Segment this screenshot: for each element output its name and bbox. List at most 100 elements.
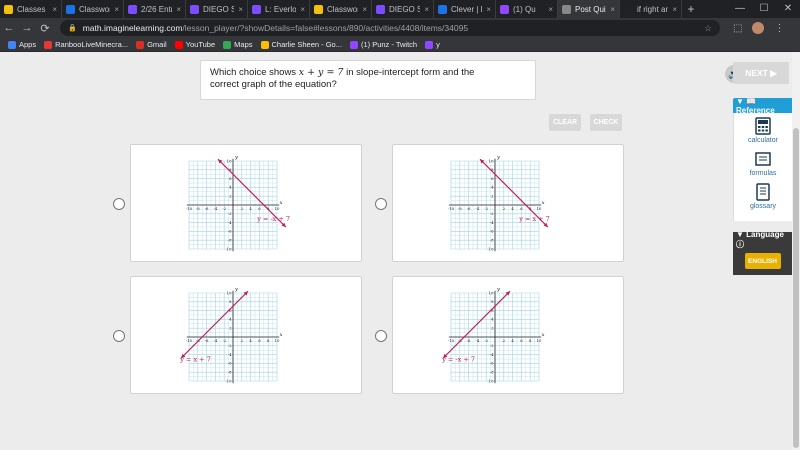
browser-tab[interactable]: (1) Qu ×: [496, 0, 558, 18]
back-icon[interactable]: ←: [0, 22, 18, 34]
bookmark-icon: [8, 40, 16, 49]
new-tab-button[interactable]: +: [682, 0, 700, 18]
bookmark-star-icon[interactable]: ☆: [704, 23, 712, 34]
x-tick-label: -10: [186, 206, 193, 211]
x-tick-label: 10: [275, 338, 280, 343]
bookmark-item[interactable]: YouTube: [174, 40, 215, 49]
x-tick-label: 6: [520, 338, 523, 343]
choice-b-radio[interactable]: [375, 198, 387, 210]
scrollbar-thumb[interactable]: [793, 128, 799, 448]
reference-glossary-label: glossary: [749, 203, 777, 210]
reference-header[interactable]: ▼ 📖Reference: [733, 97, 792, 115]
y-tick-label: -6: [490, 229, 494, 234]
bookmark-item[interactable]: Maps: [223, 40, 253, 49]
bookmark-item[interactable]: (1) Punz - Twitch: [349, 40, 417, 49]
x-tick-label: -10: [186, 338, 193, 343]
y-tick-label: -8: [490, 238, 494, 243]
x-tick-label: -10: [448, 206, 455, 211]
y-tick-label: -6: [228, 229, 232, 234]
choice-a-card[interactable]: x y -10 -8 -6 -4 -2 2 4 6 8 10 10 8 6 4 2 -2 -4 -6 -8 -10 y = …: [130, 144, 362, 262]
bookmark-item[interactable]: Charlie Sheen - Go...: [260, 40, 342, 49]
tab-close-icon[interactable]: ×: [52, 5, 57, 14]
choice-d-radio[interactable]: [375, 330, 387, 342]
forward-icon[interactable]: →: [18, 22, 36, 34]
choice-b-card[interactable]: x y -10 -8 -6 -4 -2 2 4 6 8 10 10 8 6 4 2 -2 -4 -6 -8 -10 y = …: [392, 144, 624, 262]
x-tick-label: -6: [467, 206, 471, 211]
choice-d-card[interactable]: x y -10 -8 -6 -4 -2 2 4 6 8 10 10 8 6 4 2 -2 -4 -6 -8 -10 y = …: [392, 276, 624, 394]
tab-close-icon[interactable]: ×: [548, 5, 553, 14]
bookmark-icon: [44, 40, 53, 49]
tab-title: (1) Qu: [513, 4, 536, 14]
tab-favicon-icon: [128, 4, 137, 14]
maximize-icon[interactable]: ☐: [752, 0, 776, 18]
x-tick-label: 6: [520, 206, 523, 211]
window-controls: — ☐ ✕: [728, 0, 800, 18]
browser-tab[interactable]: if right an ×: [620, 0, 682, 18]
reference-formulas[interactable]: formulas: [750, 150, 776, 177]
browser-tab[interactable]: DIEGO SA ×: [372, 0, 434, 18]
page-scrollbar[interactable]: [792, 52, 800, 450]
browser-tab[interactable]: Classes ×: [0, 0, 62, 18]
tab-close-icon[interactable]: ×: [238, 5, 243, 14]
tab-close-icon[interactable]: ×: [486, 5, 491, 14]
question-text-start: Which choice shows: [210, 67, 299, 78]
language-header[interactable]: ▼ Language ⓘ: [733, 230, 792, 249]
x-tick-label: -4: [476, 206, 480, 211]
browser-tab[interactable]: 2/26 Entry ×: [124, 0, 186, 18]
check-button[interactable]: CHECK: [590, 114, 622, 131]
x-tick-label: -2: [484, 338, 488, 343]
bookmark-item[interactable]: Gmail: [136, 40, 167, 49]
tab-title: DIEGO SA: [203, 4, 234, 14]
choice-c-radio[interactable]: [113, 330, 125, 342]
tab-favicon-icon: [438, 4, 447, 14]
tab-close-icon[interactable]: ×: [300, 5, 305, 14]
tab-title: Classwork: [79, 4, 110, 14]
menu-icon[interactable]: ⋮: [774, 23, 784, 34]
address-bar[interactable]: 🔒 math.imaginelearning.com /lesson_playe…: [60, 20, 720, 36]
tab-close-icon[interactable]: ×: [362, 5, 367, 14]
lock-icon: 🔒: [68, 25, 77, 32]
tab-title: Clever | Po: [451, 4, 482, 14]
y-tick-label: -8: [228, 238, 232, 243]
reference-calculator[interactable]: calculator: [748, 117, 778, 144]
graph-line: [442, 290, 511, 359]
tab-close-icon[interactable]: ×: [610, 5, 615, 14]
clear-button[interactable]: CLEAR: [549, 114, 581, 131]
profile-avatar[interactable]: [752, 22, 765, 34]
tab-close-icon[interactable]: ×: [176, 5, 181, 14]
tab-favicon-icon: [376, 4, 385, 14]
tab-close-icon[interactable]: ×: [672, 5, 677, 14]
choice-a-radio[interactable]: [113, 198, 125, 210]
y-tick-label: -8: [228, 370, 232, 375]
reference-glossary[interactable]: glossary: [750, 183, 776, 210]
reference-panel: ▼ 📖Reference calculator formulas glossar…: [733, 97, 792, 222]
bookmark-item[interactable]: RanbooLiveMinecra...: [44, 40, 128, 49]
next-button[interactable]: NEXT ▶: [733, 62, 789, 84]
browser-tab[interactable]: DIEGO SA ×: [186, 0, 248, 18]
extensions-icon[interactable]: ⬚: [733, 23, 742, 34]
y-tick-label: -6: [228, 361, 232, 366]
bookmark-item[interactable]: y: [425, 40, 440, 49]
browser-tab[interactable]: Classwork ×: [310, 0, 372, 18]
tab-title: Post Quiz: [575, 4, 607, 14]
choice-c-card[interactable]: x y -10 -8 -6 -4 -2 2 4 6 8 10 10 8 6 4 2 -2 -4 -6 -8 -10 y = …: [130, 276, 362, 394]
close-window-icon[interactable]: ✕: [776, 0, 800, 18]
tab-close-icon[interactable]: ×: [424, 5, 429, 14]
tab-favicon-icon: [624, 4, 633, 14]
bookmark-item[interactable]: Apps: [8, 40, 36, 49]
browser-tab[interactable]: Classwork ×: [62, 0, 124, 18]
browser-tab[interactable]: Clever | Po ×: [434, 0, 496, 18]
x-tick-label: -4: [214, 338, 218, 343]
choice-d-graph: xy-10 -8 -6 -4 -2 2 4 6 8 10108642-2-4-6-8-10y = …: [441, 286, 544, 383]
browser-tab[interactable]: Post Quiz ×: [558, 0, 620, 18]
tab-close-icon[interactable]: ×: [114, 5, 119, 14]
bookmark-label: Apps: [19, 40, 37, 49]
reload-icon[interactable]: ⟳: [36, 22, 54, 35]
x-tick-label: -4: [214, 206, 218, 211]
x-tick-label: 6: [258, 338, 261, 343]
y-axis-label: y: [496, 154, 500, 160]
browser-tab[interactable]: L: Everlost×: [248, 0, 310, 18]
english-button[interactable]: ENGLISH: [744, 253, 781, 269]
minimize-icon[interactable]: —: [728, 0, 752, 18]
equation-label: y = -x + 7: [256, 215, 290, 223]
